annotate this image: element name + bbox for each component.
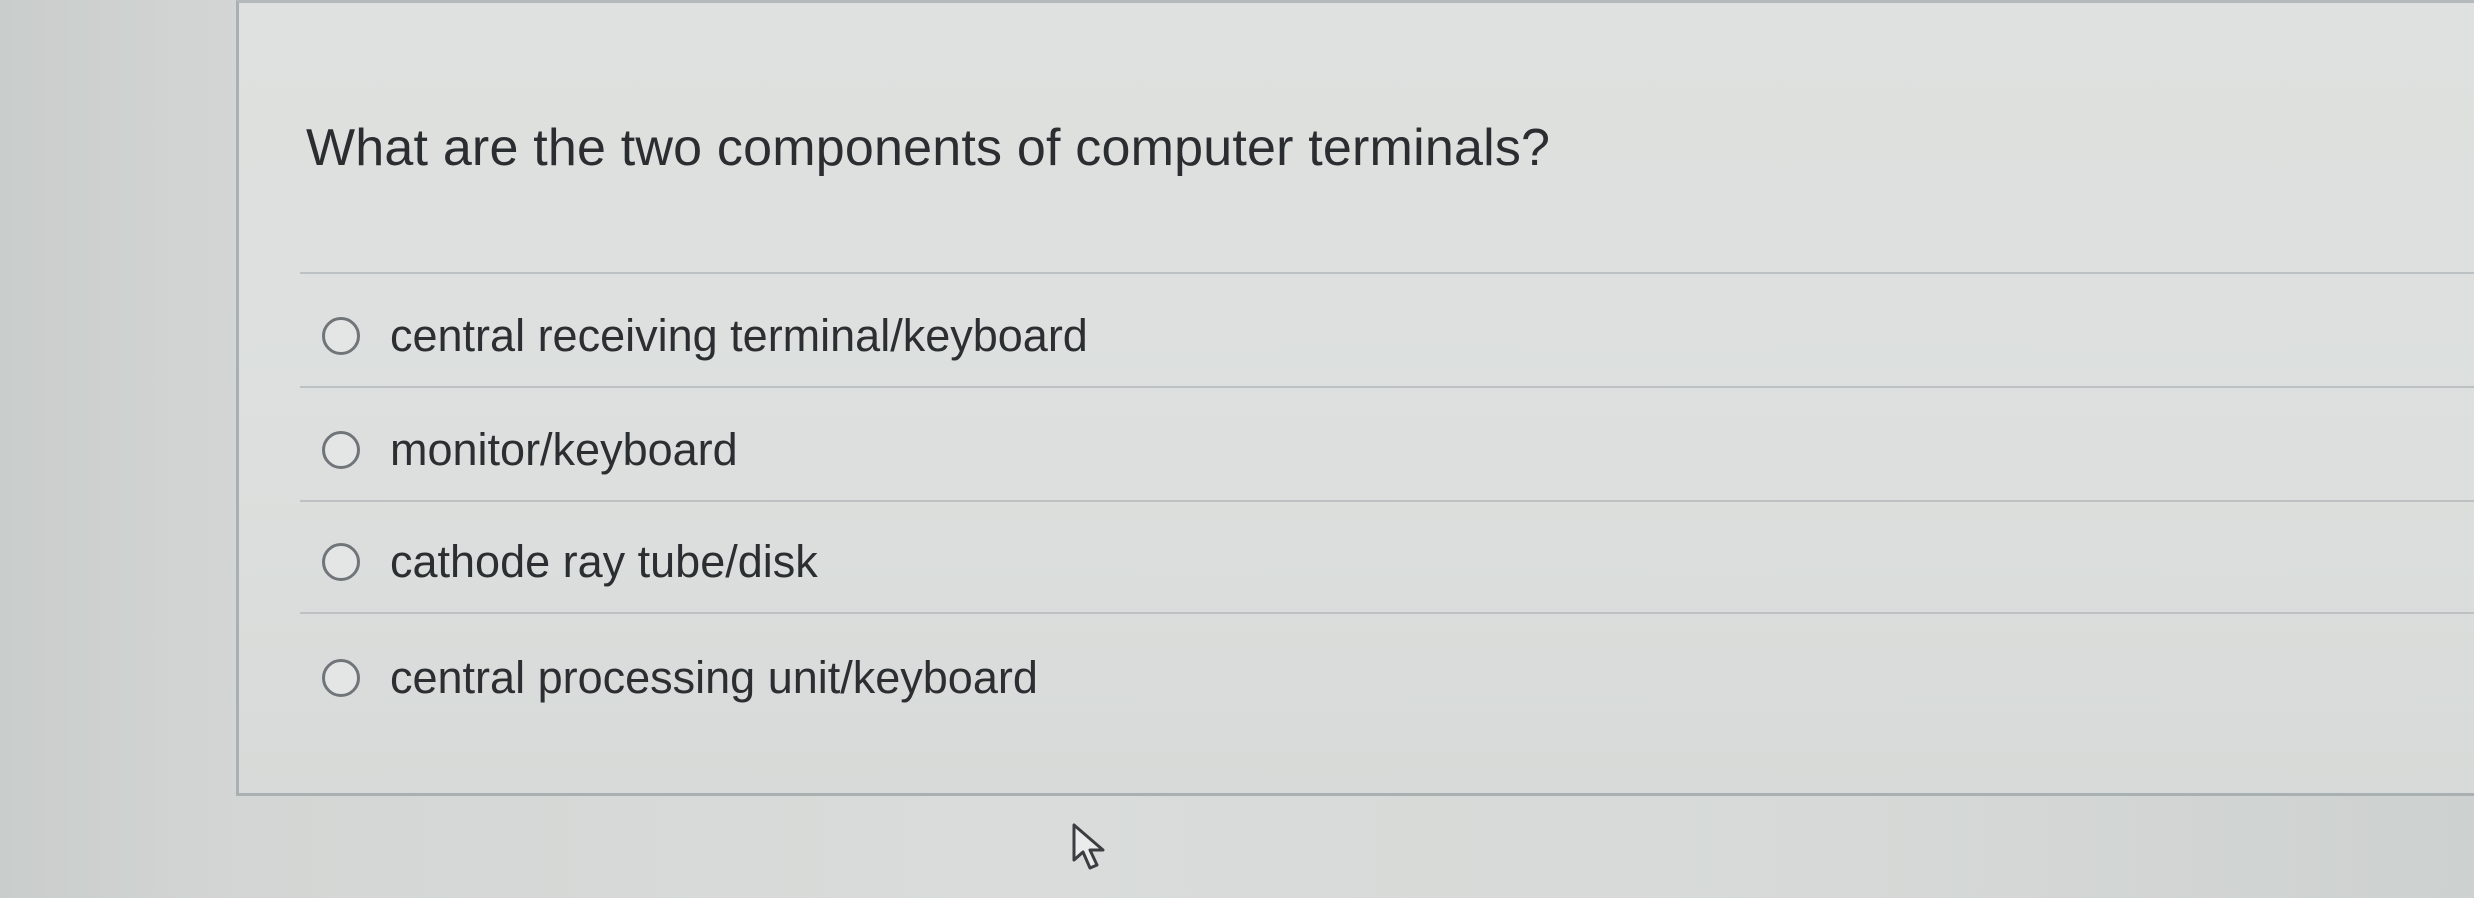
answer-option-1[interactable]: central receiving terminal/keyboard <box>300 286 2474 386</box>
radio-unchecked-icon[interactable] <box>322 659 360 697</box>
answer-option-3[interactable]: cathode ray tube/disk <box>300 512 2474 612</box>
answer-label: central receiving terminal/keyboard <box>390 310 1088 361</box>
divider <box>300 500 2474 502</box>
radio-unchecked-icon[interactable] <box>322 543 360 581</box>
question-text: What are the two components of computer … <box>306 119 1551 177</box>
mouse-pointer-icon <box>1072 823 1105 870</box>
divider <box>300 272 2474 274</box>
divider <box>300 386 2474 388</box>
answer-label: cathode ray tube/disk <box>390 536 818 587</box>
radio-unchecked-icon[interactable] <box>322 317 360 355</box>
answer-option-2[interactable]: monitor/keyboard <box>300 400 2474 500</box>
answer-label: central processing unit/keyboard <box>390 652 1038 703</box>
answer-label: monitor/keyboard <box>390 424 738 475</box>
answer-option-4[interactable]: central processing unit/keyboard <box>300 628 2474 728</box>
radio-unchecked-icon[interactable] <box>322 431 360 469</box>
divider <box>300 612 2474 614</box>
